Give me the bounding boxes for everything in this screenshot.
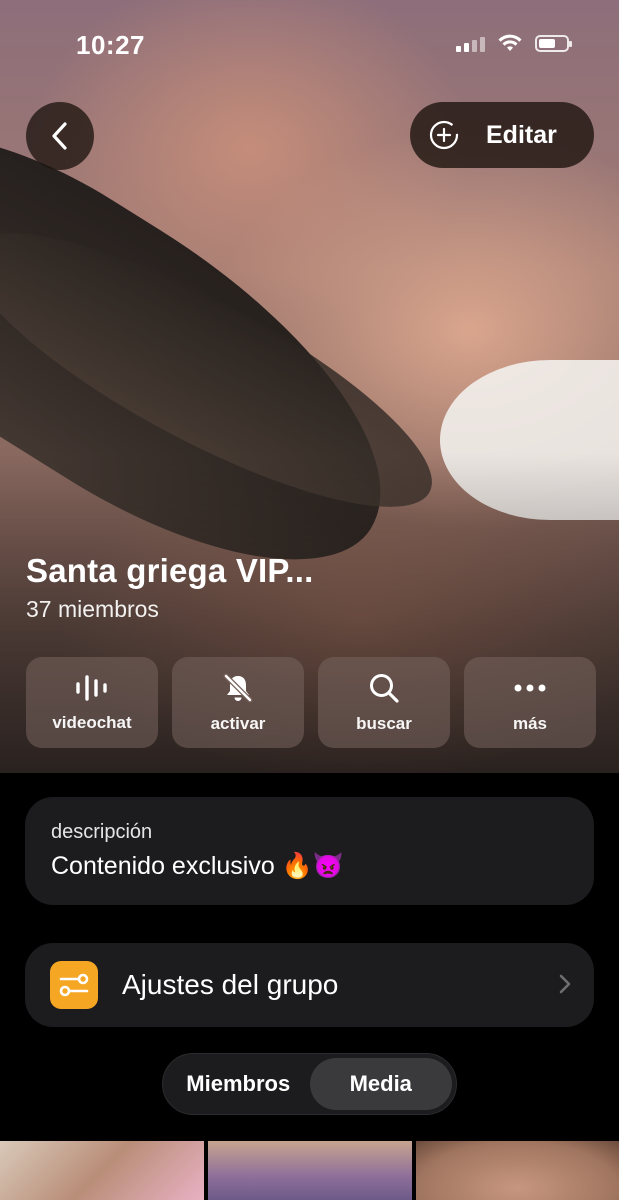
bell-muted-icon — [223, 673, 253, 702]
tab-members[interactable]: Miembros — [167, 1058, 310, 1110]
back-button[interactable] — [26, 102, 94, 170]
status-icons — [456, 34, 572, 53]
group-settings-row[interactable]: Ajustes del grupo — [25, 943, 594, 1027]
group-settings-label: Ajustes del grupo — [122, 969, 339, 1000]
description-label: descripción — [51, 821, 153, 843]
unmute-button[interactable]: activar — [172, 657, 304, 748]
media-grid — [0, 1141, 619, 1200]
add-circle-icon — [429, 120, 459, 150]
edit-label: Editar — [486, 120, 557, 149]
search-button[interactable]: buscar — [318, 657, 450, 748]
videochat-button[interactable]: videochat — [26, 657, 158, 748]
member-count: 37 miembros — [26, 596, 159, 622]
members-media-tabs: Miembros Media — [162, 1053, 457, 1115]
edit-button[interactable]: Editar — [410, 102, 594, 168]
media-thumbnail[interactable] — [208, 1141, 412, 1200]
chevron-left-icon — [52, 122, 67, 150]
wifi-icon — [498, 34, 522, 51]
status-time: 10:27 — [76, 30, 145, 60]
media-thumbnail[interactable] — [0, 1141, 204, 1200]
unmute-label: activar — [210, 713, 266, 733]
search-label: buscar — [356, 713, 412, 733]
description-text: Contenido exclusivo 🔥👿 — [51, 852, 344, 880]
search-icon — [370, 673, 399, 703]
more-label: más — [512, 713, 548, 733]
chevron-right-icon — [559, 974, 571, 994]
tab-media[interactable]: Media — [309, 1058, 452, 1110]
ellipsis-icon — [514, 684, 546, 691]
videochat-label: videochat — [52, 712, 132, 732]
group-name: Santa griega VIP... — [26, 552, 314, 589]
more-button[interactable]: más — [464, 657, 596, 748]
battery-icon — [535, 35, 572, 52]
sliders-icon — [50, 961, 98, 1009]
description-card[interactable]: descripción Contenido exclusivo 🔥👿 — [25, 797, 594, 905]
media-thumbnail[interactable] — [416, 1141, 619, 1200]
action-bar: videochat activar buscar más — [26, 657, 596, 748]
voice-wave-icon — [76, 674, 107, 701]
signal-icon — [456, 36, 485, 52]
